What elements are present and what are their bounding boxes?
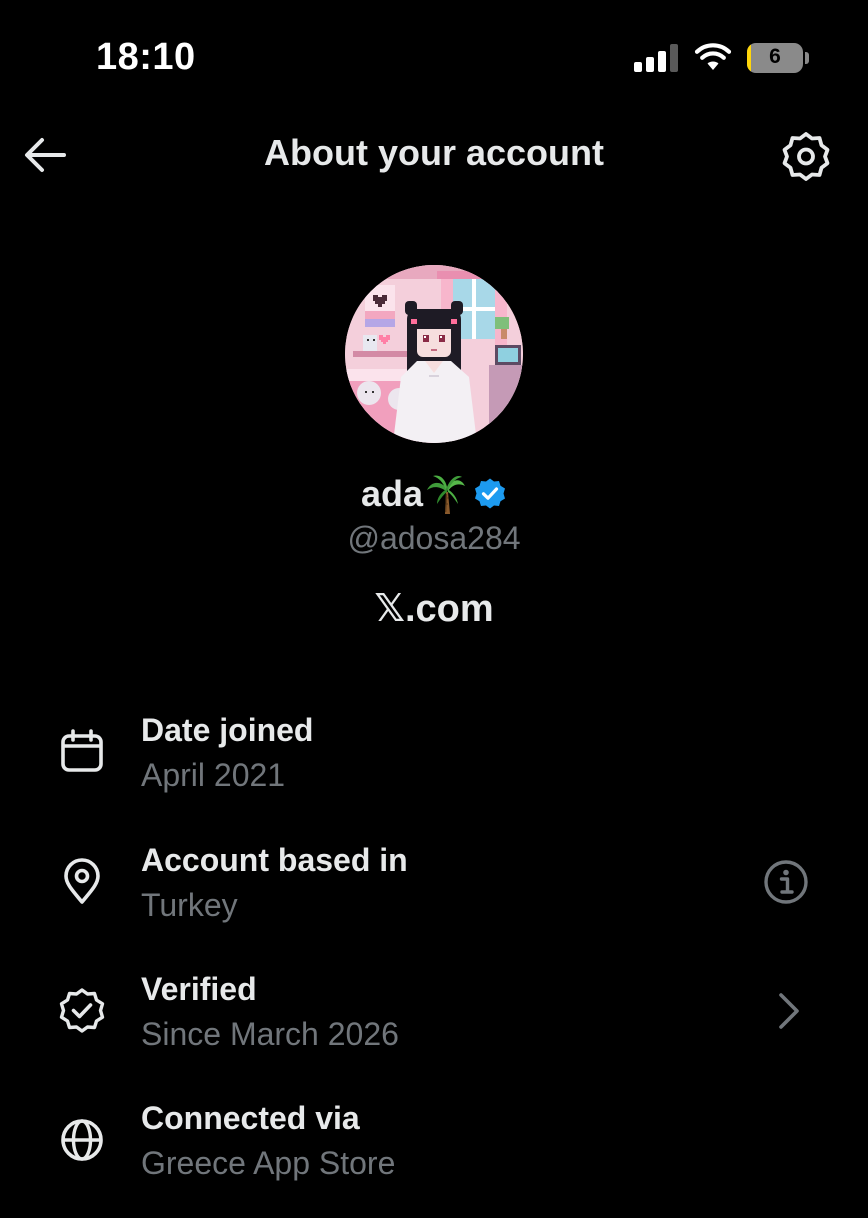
display-name: ada (360, 473, 424, 514)
signal-bar (646, 57, 654, 72)
verified-badge-icon (475, 478, 506, 509)
battery-percent: 6 (769, 45, 781, 68)
chevron-right-icon[interactable] (764, 987, 812, 1035)
calendar-icon (61, 729, 103, 772)
battery-indicator: 6 (747, 43, 803, 73)
verified-seal-icon (59, 988, 105, 1033)
row-value: Since March 2026 (141, 1016, 399, 1052)
info-row-date-joined: Date joined April 2021 (0, 710, 868, 830)
info-row-verified[interactable]: Verified Since March 2026 (0, 969, 868, 1089)
row-title: Account based in (141, 842, 408, 878)
platform-label: 𝕏.com (374, 588, 494, 630)
gear-icon (782, 132, 830, 181)
wifi-icon (694, 43, 732, 70)
row-value: Turkey (141, 887, 238, 923)
page-title: About your account (264, 132, 604, 173)
signal-bar (634, 62, 642, 72)
info-icon[interactable] (762, 858, 810, 906)
signal-bar (670, 44, 678, 72)
avatar[interactable] (345, 265, 523, 443)
row-value: April 2021 (141, 757, 286, 793)
avatar-pixel-art-image (345, 265, 523, 443)
account-handle: @adosa284 (347, 520, 521, 556)
info-row-account-based-in: Account based in Turkey (0, 840, 868, 960)
signal-bar (658, 51, 666, 72)
row-title: Verified (141, 971, 257, 1007)
battery-nub (805, 52, 809, 64)
row-title: Date joined (141, 712, 314, 748)
status-bar: 18:10 6 (0, 0, 868, 110)
row-value: Greece App Store (141, 1145, 396, 1181)
status-time: 18:10 (96, 36, 196, 78)
settings-button[interactable] (780, 130, 832, 182)
location-pin-icon (64, 858, 100, 904)
globe-icon (61, 1119, 103, 1161)
row-title: Connected via (141, 1100, 360, 1136)
info-row-connected-via: Connected via Greece App Store (0, 1098, 868, 1218)
cellular-signal-icon (634, 44, 680, 72)
palm-tree-icon (427, 475, 466, 514)
display-name-row: ada (0, 472, 868, 520)
